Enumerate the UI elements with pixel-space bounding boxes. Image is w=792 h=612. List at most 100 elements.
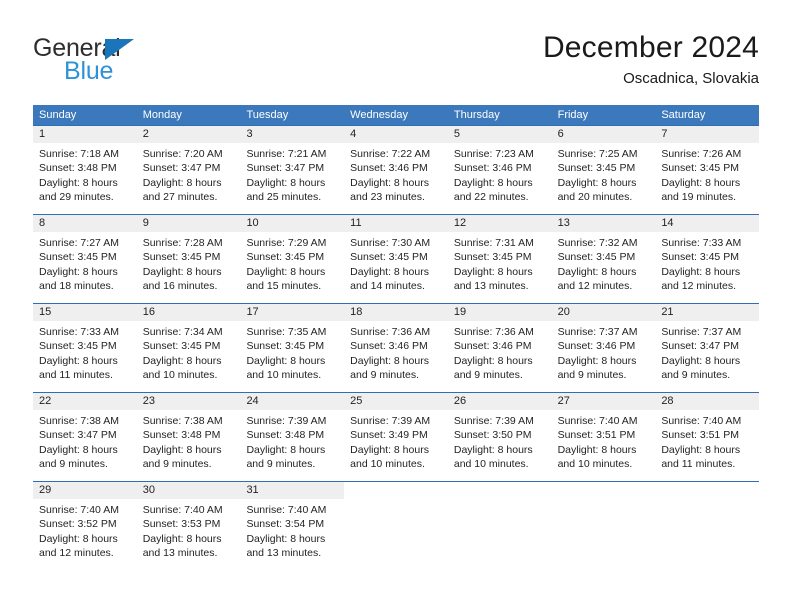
day-cell[interactable]: 9 Sunrise: 7:28 AM Sunset: 3:45 PM Dayli… [136, 215, 241, 303]
sunrise-text: Sunrise: 7:30 AM [350, 237, 431, 249]
sunset-text: Sunset: 3:50 PM [453, 429, 532, 442]
day-cell[interactable]: 27 Sunrise: 7:40 AM Sunset: 3:51 PM Dayl… [551, 393, 656, 481]
general-blue-logo: General Blue [33, 34, 263, 92]
day-details: Sunrise: 7:30 AM Sunset: 3:45 PM Dayligh… [344, 232, 448, 294]
day-number [447, 482, 552, 499]
daylight-text-line1: Daylight: 8 hours [39, 443, 118, 456]
day-cell[interactable]: 23 Sunrise: 7:38 AM Sunset: 3:48 PM Dayl… [136, 393, 241, 481]
sunset-text: Sunset: 3:45 PM [661, 251, 739, 264]
day-details: Sunrise: 7:37 AM Sunset: 3:46 PM Dayligh… [552, 321, 656, 383]
day-number: 3 [240, 126, 345, 143]
day-cell[interactable]: 6 Sunrise: 7:25 AM Sunset: 3:45 PM Dayli… [551, 126, 656, 214]
day-details: Sunrise: 7:27 AM Sunset: 3:45 PM Dayligh… [33, 232, 137, 294]
daylight-text-line2: and 9 minutes. [350, 369, 420, 382]
daylight-text-line1: Daylight: 8 hours [39, 176, 118, 189]
daylight-text-line2: and 11 minutes. [661, 458, 736, 471]
day-details: Sunrise: 7:28 AM Sunset: 3:45 PM Dayligh… [137, 232, 241, 294]
sunrise-text: Sunrise: 7:40 AM [661, 415, 742, 427]
day-cell[interactable]: 16 Sunrise: 7:34 AM Sunset: 3:45 PM Dayl… [136, 304, 241, 392]
day-cell[interactable]: 12 Sunrise: 7:31 AM Sunset: 3:45 PM Dayl… [447, 215, 552, 303]
daylight-text-line1: Daylight: 8 hours [142, 354, 222, 367]
sunset-text: Sunset: 3:47 PM [661, 340, 739, 353]
day-cell[interactable]: 1 Sunrise: 7:18 AM Sunset: 3:48 PM Dayli… [33, 126, 137, 214]
day-cell[interactable]: 28 Sunrise: 7:40 AM Sunset: 3:51 PM Dayl… [655, 393, 760, 481]
day-cell[interactable]: 26 Sunrise: 7:39 AM Sunset: 3:50 PM Dayl… [447, 393, 552, 481]
day-details: Sunrise: 7:18 AM Sunset: 3:48 PM Dayligh… [33, 143, 137, 205]
sunrise-text: Sunrise: 7:22 AM [350, 148, 431, 160]
day-cell-empty [655, 482, 760, 570]
sunset-text: Sunset: 3:48 PM [39, 162, 117, 175]
daylight-text-line2: and 10 minutes. [246, 369, 322, 382]
daylight-text-line1: Daylight: 8 hours [350, 443, 429, 456]
sunset-text: Sunset: 3:47 PM [39, 429, 117, 442]
day-cell[interactable]: 21 Sunrise: 7:37 AM Sunset: 3:47 PM Dayl… [655, 304, 760, 392]
day-number: 14 [655, 215, 760, 232]
daylight-text-line1: Daylight: 8 hours [350, 354, 429, 367]
day-cell[interactable]: 20 Sunrise: 7:37 AM Sunset: 3:46 PM Dayl… [551, 304, 656, 392]
daylight-text-line2: and 14 minutes. [350, 280, 425, 293]
day-cell[interactable]: 15 Sunrise: 7:33 AM Sunset: 3:45 PM Dayl… [33, 304, 137, 392]
sunrise-text: Sunrise: 7:39 AM [246, 415, 327, 427]
day-number [655, 482, 760, 499]
sunset-text: Sunset: 3:47 PM [246, 162, 325, 175]
day-cell[interactable]: 19 Sunrise: 7:36 AM Sunset: 3:46 PM Dayl… [447, 304, 552, 392]
day-cell[interactable]: 14 Sunrise: 7:33 AM Sunset: 3:45 PM Dayl… [655, 215, 760, 303]
day-details: Sunrise: 7:33 AM Sunset: 3:45 PM Dayligh… [655, 232, 759, 294]
day-cell[interactable]: 3 Sunrise: 7:21 AM Sunset: 3:47 PM Dayli… [240, 126, 345, 214]
day-details: Sunrise: 7:26 AM Sunset: 3:45 PM Dayligh… [655, 143, 759, 205]
day-cell[interactable]: 31 Sunrise: 7:40 AM Sunset: 3:54 PM Dayl… [240, 482, 345, 570]
sunset-text: Sunset: 3:51 PM [661, 429, 739, 442]
day-details: Sunrise: 7:39 AM Sunset: 3:49 PM Dayligh… [344, 410, 448, 472]
day-number: 9 [136, 215, 241, 232]
day-cell[interactable]: 17 Sunrise: 7:35 AM Sunset: 3:45 PM Dayl… [240, 304, 345, 392]
daylight-text-line1: Daylight: 8 hours [557, 443, 637, 456]
daylight-text-line1: Daylight: 8 hours [453, 443, 533, 456]
daylight-text-line1: Daylight: 8 hours [557, 265, 637, 278]
calendar-page: General Blue December 2024 Oscadnica, Sl… [0, 0, 792, 612]
day-details: Sunrise: 7:32 AM Sunset: 3:45 PM Dayligh… [552, 232, 656, 294]
daylight-text-line1: Daylight: 8 hours [661, 265, 741, 278]
day-cell[interactable]: 10 Sunrise: 7:29 AM Sunset: 3:45 PM Dayl… [240, 215, 345, 303]
daylight-text-line2: and 15 minutes. [246, 280, 322, 293]
daylight-text-line2: and 19 minutes. [661, 191, 737, 204]
day-number: 19 [447, 304, 552, 321]
day-cell[interactable]: 7 Sunrise: 7:26 AM Sunset: 3:45 PM Dayli… [655, 126, 760, 214]
day-cell[interactable]: 29 Sunrise: 7:40 AM Sunset: 3:52 PM Dayl… [33, 482, 137, 570]
sunrise-text: Sunrise: 7:32 AM [557, 237, 638, 249]
day-details: Sunrise: 7:40 AM Sunset: 3:51 PM Dayligh… [552, 410, 656, 472]
sunrise-text: Sunrise: 7:26 AM [661, 148, 742, 160]
day-number: 12 [447, 215, 552, 232]
day-details: Sunrise: 7:25 AM Sunset: 3:45 PM Dayligh… [552, 143, 656, 205]
page-header: General Blue December 2024 Oscadnica, Sl… [33, 30, 759, 98]
logo-text-blue: Blue [64, 57, 114, 85]
sunset-text: Sunset: 3:46 PM [453, 340, 532, 353]
day-cell[interactable]: 5 Sunrise: 7:23 AM Sunset: 3:46 PM Dayli… [447, 126, 552, 214]
day-cell[interactable]: 2 Sunrise: 7:20 AM Sunset: 3:47 PM Dayli… [136, 126, 241, 214]
day-cell[interactable]: 25 Sunrise: 7:39 AM Sunset: 3:49 PM Dayl… [344, 393, 448, 481]
daylight-text-line2: and 18 minutes. [39, 280, 114, 293]
day-number [551, 482, 656, 499]
day-number: 26 [447, 393, 552, 410]
day-cell[interactable]: 13 Sunrise: 7:32 AM Sunset: 3:45 PM Dayl… [551, 215, 656, 303]
day-number: 5 [447, 126, 552, 143]
day-cell[interactable]: 22 Sunrise: 7:38 AM Sunset: 3:47 PM Dayl… [33, 393, 137, 481]
day-details: Sunrise: 7:22 AM Sunset: 3:46 PM Dayligh… [344, 143, 448, 205]
sunset-text: Sunset: 3:45 PM [350, 251, 428, 264]
daylight-text-line1: Daylight: 8 hours [453, 354, 533, 367]
day-details: Sunrise: 7:20 AM Sunset: 3:47 PM Dayligh… [137, 143, 241, 205]
day-cell[interactable]: 30 Sunrise: 7:40 AM Sunset: 3:53 PM Dayl… [136, 482, 241, 570]
sunrise-text: Sunrise: 7:38 AM [142, 415, 223, 427]
day-cell[interactable]: 11 Sunrise: 7:30 AM Sunset: 3:45 PM Dayl… [344, 215, 448, 303]
day-cell[interactable]: 8 Sunrise: 7:27 AM Sunset: 3:45 PM Dayli… [33, 215, 137, 303]
sunset-text: Sunset: 3:45 PM [39, 251, 117, 264]
day-number: 2 [136, 126, 241, 143]
sunrise-text: Sunrise: 7:37 AM [557, 326, 638, 338]
daylight-text-line1: Daylight: 8 hours [453, 176, 533, 189]
day-number: 11 [344, 215, 448, 232]
daylight-text-line1: Daylight: 8 hours [39, 532, 118, 545]
daylight-text-line1: Daylight: 8 hours [661, 176, 741, 189]
day-cell[interactable]: 4 Sunrise: 7:22 AM Sunset: 3:46 PM Dayli… [344, 126, 448, 214]
sunrise-text: Sunrise: 7:37 AM [661, 326, 742, 338]
day-cell[interactable]: 18 Sunrise: 7:36 AM Sunset: 3:46 PM Dayl… [344, 304, 448, 392]
day-cell[interactable]: 24 Sunrise: 7:39 AM Sunset: 3:48 PM Dayl… [240, 393, 345, 481]
